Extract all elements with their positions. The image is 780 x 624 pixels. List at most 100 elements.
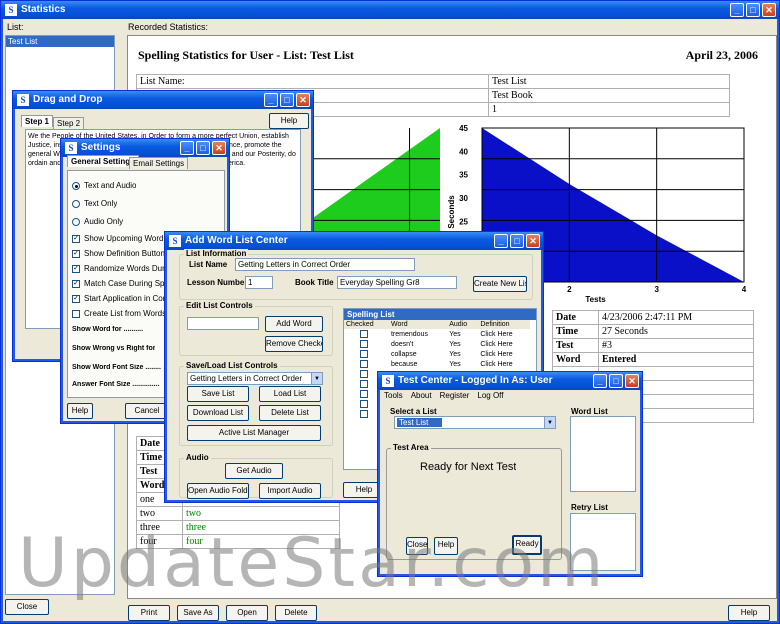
tab-step-1[interactable]: Step 1 xyxy=(21,115,54,127)
spelling-list-title: Spelling List xyxy=(344,309,536,320)
load-list-button[interactable]: Load List xyxy=(259,386,321,402)
book-title-field[interactable]: Everyday Spelling Gr8 xyxy=(337,276,457,289)
list-item[interactable]: Test List xyxy=(6,36,114,47)
drag-drop-title: Drag and Drop xyxy=(33,94,103,105)
y-tick-label: 30 xyxy=(459,194,468,203)
save-list-button[interactable]: Save List xyxy=(187,386,249,402)
active-list-manager-button[interactable]: Active List Manager xyxy=(187,425,321,441)
get-audio-button[interactable]: Get Audio xyxy=(225,463,283,479)
maximize-icon[interactable]: □ xyxy=(280,93,294,107)
list-label: List: xyxy=(7,22,24,32)
checkbox-icon[interactable] xyxy=(360,360,369,368)
check-definition-button[interactable]: ✓ Show Definition Button D xyxy=(72,249,173,258)
radio-icon xyxy=(72,181,80,190)
check-start-application[interactable]: ✓ Start Application in Comp xyxy=(72,294,174,303)
list-select[interactable]: Getting Letters in Correct Order ▼ xyxy=(187,372,323,385)
check-create-list[interactable]: Create List from Words S xyxy=(72,309,174,318)
test-list-select[interactable]: Test List ▼ xyxy=(394,416,556,429)
add-word-list-titlebar[interactable]: S Add Word List Center _ □ ✕ xyxy=(165,232,543,250)
definition-link[interactable]: Click Here xyxy=(478,339,530,349)
maximize-icon[interactable]: □ xyxy=(510,234,524,248)
add-word-button[interactable]: Add Word xyxy=(265,316,323,332)
tab-step-2[interactable]: Step 2 xyxy=(53,117,85,129)
checkbox-icon[interactable] xyxy=(360,390,369,398)
new-word-input[interactable] xyxy=(187,317,259,330)
menu-register[interactable]: Register xyxy=(440,390,470,402)
minimize-icon[interactable]: _ xyxy=(264,93,278,107)
tab-email-settings[interactable]: Email Settings xyxy=(129,157,189,169)
lesson-number-field[interactable]: 1 xyxy=(245,276,273,289)
statistics-title: Statistics xyxy=(21,4,66,15)
word-cell: because xyxy=(390,360,418,368)
tab-general-settings[interactable]: General Settings xyxy=(67,155,139,167)
radio-text-and-audio[interactable]: Text and Audio xyxy=(72,181,136,190)
col-checked: Checked xyxy=(346,321,374,328)
test-center-titlebar[interactable]: S Test Center - Logged In As: User _ □ ✕ xyxy=(378,372,642,390)
minimize-icon[interactable]: _ xyxy=(593,374,607,388)
help-button[interactable]: Help xyxy=(67,403,93,419)
lesson-number-label: Lesson Number xyxy=(187,278,248,287)
maximize-icon[interactable]: □ xyxy=(609,374,623,388)
detail-row: Test #3 xyxy=(552,338,754,353)
detail-key: Test xyxy=(552,338,599,353)
definition-link[interactable]: Click Here xyxy=(478,359,530,369)
radio-text-only[interactable]: Text Only xyxy=(72,199,117,208)
close-icon[interactable]: ✕ xyxy=(762,3,776,17)
app-icon: S xyxy=(65,142,77,154)
check-randomize-words[interactable]: ✓ Randomize Words During xyxy=(72,264,175,273)
minimize-icon[interactable]: _ xyxy=(730,3,744,17)
close-icon[interactable]: ✕ xyxy=(625,374,639,388)
minimize-icon[interactable]: _ xyxy=(494,234,508,248)
maximize-icon[interactable]: □ xyxy=(196,141,210,155)
radio-audio-only[interactable]: Audio Only xyxy=(72,217,123,226)
create-new-list-button[interactable]: Create New List xyxy=(473,276,527,292)
definition-link[interactable]: Click Here xyxy=(478,329,530,339)
checkbox-icon[interactable] xyxy=(360,410,369,418)
chevron-down-icon[interactable]: ▼ xyxy=(544,417,555,428)
import-audio-button[interactable]: Import Audio xyxy=(259,483,321,499)
print-button[interactable]: Print xyxy=(128,605,170,621)
help-button[interactable]: Help xyxy=(269,113,309,129)
word-list-box[interactable] xyxy=(570,416,636,492)
definition-link[interactable]: Click Here xyxy=(478,349,530,359)
checkbox-icon[interactable] xyxy=(360,380,369,388)
download-list-button[interactable]: Download List xyxy=(187,405,249,421)
drag-drop-titlebar[interactable]: S Drag and Drop _ □ ✕ xyxy=(13,91,313,109)
select-list-label: Select a List xyxy=(390,407,437,416)
open-button[interactable]: Open xyxy=(226,605,268,621)
delete-list-button[interactable]: Delete List xyxy=(259,405,321,421)
close-icon[interactable]: ✕ xyxy=(526,234,540,248)
save-as-button[interactable]: Save As xyxy=(177,605,219,621)
checkbox-icon[interactable] xyxy=(360,400,369,408)
minimize-icon[interactable]: _ xyxy=(180,141,194,155)
cancel-button[interactable]: Cancel xyxy=(125,403,169,419)
check-upcoming-words[interactable]: ✓ Show Upcoming Words D xyxy=(72,234,175,243)
chevron-down-icon[interactable]: ▼ xyxy=(311,373,322,384)
list-name-field[interactable]: Getting Letters in Correct Order xyxy=(235,258,415,271)
show-wrong-right-label: Show Wrong vs Right for xyxy=(72,345,156,352)
audio-cell: Yes xyxy=(449,360,461,368)
check-match-case[interactable]: ✓ Match Case During Spell xyxy=(72,279,172,288)
menu-log-off[interactable]: Log Off xyxy=(477,390,503,402)
help-button[interactable]: Help xyxy=(728,605,770,621)
checkbox-icon[interactable] xyxy=(360,340,369,348)
radio-icon xyxy=(72,217,80,226)
report-heading: Spelling Statistics for User - List: Tes… xyxy=(138,48,354,62)
menu-tools[interactable]: Tools xyxy=(384,390,403,402)
radio-icon xyxy=(72,199,80,208)
maximize-icon[interactable]: □ xyxy=(746,3,760,17)
y-tick-label: 35 xyxy=(459,171,468,180)
remove-checked-button[interactable]: Remove Checked xyxy=(265,336,323,352)
statistics-titlebar[interactable]: S Statistics _ □ ✕ xyxy=(1,1,779,19)
menu-about[interactable]: About xyxy=(411,390,432,402)
delete-button[interactable]: Delete xyxy=(275,605,317,621)
checkbox-icon[interactable] xyxy=(360,350,369,358)
close-icon[interactable]: ✕ xyxy=(212,141,226,155)
detail-row: Time 27 Seconds xyxy=(552,324,754,339)
close-icon[interactable]: ✕ xyxy=(296,93,310,107)
col-audio: Audio xyxy=(449,321,468,328)
checkbox-icon[interactable] xyxy=(360,330,369,338)
entered-cell: two xyxy=(182,506,340,521)
checkbox-icon[interactable] xyxy=(360,370,369,378)
open-audio-folder-button[interactable]: Open Audio Folder xyxy=(187,483,249,499)
